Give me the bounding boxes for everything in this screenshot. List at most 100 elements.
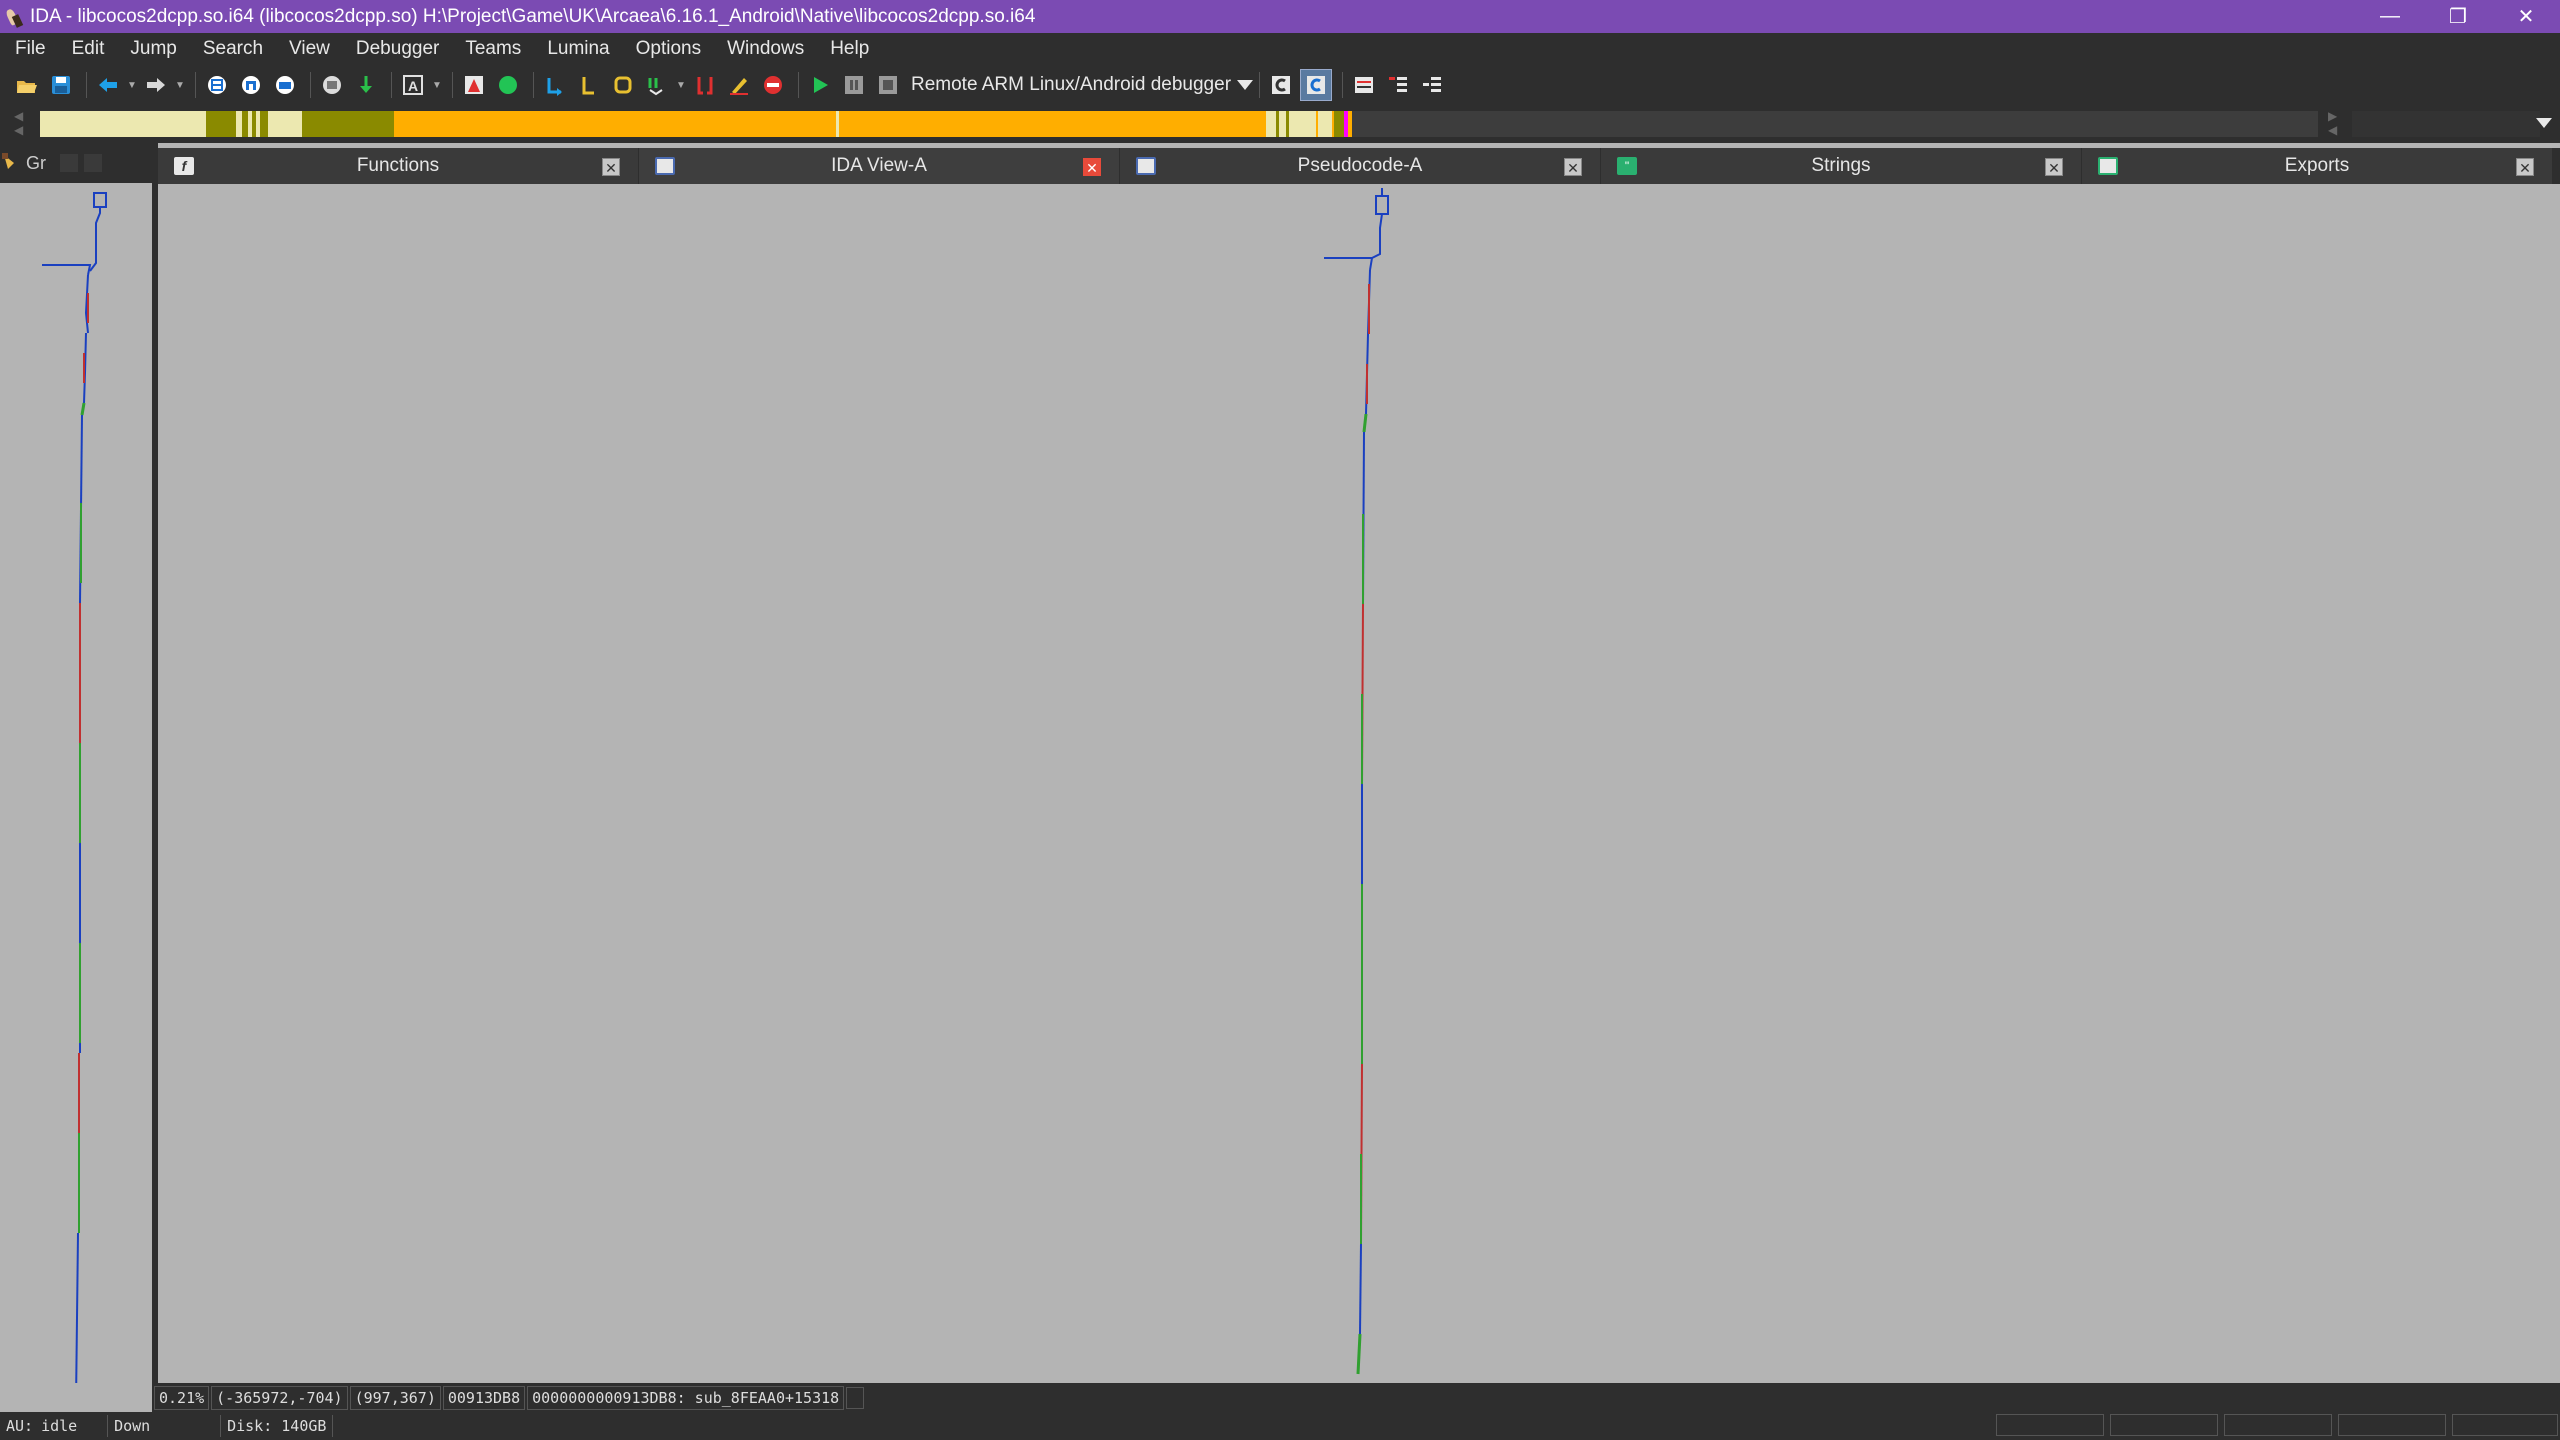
title-bar: IDA - libcocos2dcpp.so.i64 (libcocos2dcp… <box>0 0 2560 33</box>
tab-bar: f Functions ✕ IDA View-A ✕ Pseudocode-A … <box>158 148 2560 184</box>
tab-label: IDA View-A <box>831 155 927 176</box>
function-graph[interactable] <box>158 184 2560 1383</box>
ida-logo-icon <box>6 6 24 28</box>
close-icon[interactable]: ✕ <box>2516 158 2534 176</box>
data-icon[interactable] <box>574 70 604 100</box>
back-dropdown-icon[interactable]: ▼ <box>127 80 137 91</box>
status-empty-cell <box>1996 1414 2104 1436</box>
ida-view-icon <box>655 157 675 175</box>
graph-overview-title: Gr <box>26 152 46 173</box>
tab-functions[interactable]: f Functions ✕ <box>158 148 638 184</box>
current-location: 0000000000913DB8: sub_8FEAA0+15318 <box>527 1385 845 1410</box>
toolbar: ▼ ▼ A ▼ ▼ Remote ARM Linux/Android debug… <box>0 65 2560 105</box>
struct-icon[interactable] <box>317 70 347 100</box>
menu-jump[interactable]: Jump <box>115 38 187 60</box>
connect-icon[interactable] <box>1266 70 1296 100</box>
exports-icon <box>2098 157 2118 175</box>
breakpoint-icon[interactable] <box>690 70 720 100</box>
toolbar-separator <box>1259 72 1261 98</box>
menu-edit[interactable]: Edit <box>57 38 116 60</box>
minimize-button[interactable]: — <box>2356 0 2424 33</box>
tab-label: Strings <box>1811 155 1871 176</box>
indent-icon[interactable] <box>1383 70 1413 100</box>
tab-pseudocode-a[interactable]: Pseudocode-A ✕ <box>1120 148 1600 184</box>
menu-debugger[interactable]: Debugger <box>341 38 450 60</box>
back-icon[interactable] <box>93 70 123 100</box>
stop-icon[interactable] <box>758 70 788 100</box>
nav-segment-library <box>256 111 260 137</box>
play-icon[interactable] <box>805 70 835 100</box>
nav-segment-select[interactable] <box>2352 111 2540 137</box>
forward-icon[interactable] <box>141 70 171 100</box>
tab-ida-view-a[interactable]: IDA View-A ✕ <box>639 148 1119 184</box>
graph-view-canvas[interactable] <box>158 184 2560 1383</box>
menu-windows[interactable]: Windows <box>712 38 815 60</box>
nav-segment-library <box>1318 111 1332 137</box>
save-icon[interactable] <box>46 70 76 100</box>
close-icon[interactable]: ✕ <box>1564 158 1582 176</box>
undefine-icon[interactable] <box>642 70 672 100</box>
toolbar-separator <box>195 72 196 98</box>
menu-options[interactable]: Options <box>621 38 712 60</box>
nav-scroll-left-icon[interactable]: ◀ ◀ <box>14 109 23 137</box>
pane-close-button[interactable] <box>84 154 102 172</box>
nav-segment-library <box>836 111 839 137</box>
outdent-icon[interactable] <box>1417 70 1447 100</box>
status-empty-cell <box>2338 1414 2446 1436</box>
list-icon[interactable] <box>1349 70 1379 100</box>
pause-icon[interactable] <box>839 70 869 100</box>
graph-icon[interactable] <box>202 70 232 100</box>
nav-segment-empty <box>1352 111 2318 137</box>
binary-icon[interactable] <box>236 70 266 100</box>
close-icon[interactable]: ✕ <box>2045 158 2063 176</box>
search-direction: Down <box>108 1415 222 1437</box>
menu-help[interactable]: Help <box>815 38 880 60</box>
autoanalysis-label: AU: <box>0 1415 35 1437</box>
jump-icon[interactable] <box>351 70 381 100</box>
tab-strings[interactable]: " Strings ✕ <box>1601 148 2081 184</box>
hex-icon[interactable] <box>270 70 300 100</box>
mark-icon[interactable] <box>459 70 489 100</box>
code-icon[interactable] <box>608 70 638 100</box>
toolbar-separator <box>533 72 534 98</box>
forward-dropdown-icon[interactable]: ▼ <box>175 80 185 91</box>
nav-segment-library <box>1266 111 1316 137</box>
pane-float-button[interactable] <box>60 154 78 172</box>
toolbar-separator <box>310 72 311 98</box>
nav-segment-library <box>248 111 252 137</box>
nav-segment-library <box>268 111 302 137</box>
status-empty-cell <box>2452 1414 2558 1436</box>
menu-file[interactable]: File <box>0 38 57 60</box>
chevron-down-icon[interactable] <box>2536 118 2552 128</box>
call-icon[interactable] <box>540 70 570 100</box>
nav-scroll-right-icon[interactable]: ▶ ◀ <box>2328 109 2337 137</box>
status-empty-cell <box>2110 1414 2218 1436</box>
debugger-select[interactable]: Remote ARM Linux/Android debugger <box>911 70 1254 100</box>
menu-view[interactable]: View <box>274 38 341 60</box>
menu-teams[interactable]: Teams <box>450 38 532 60</box>
close-icon[interactable]: ✕ <box>602 158 620 176</box>
attach-icon[interactable] <box>1300 69 1333 101</box>
edit-icon[interactable] <box>724 70 754 100</box>
graph-status-bar: 0.21% (-365972,-704) (997,367) 00913DB8 … <box>152 1383 2560 1412</box>
text-icon[interactable]: A <box>398 70 428 100</box>
menu-search[interactable]: Search <box>188 38 274 60</box>
terminate-icon[interactable] <box>873 70 903 100</box>
toolbar-separator <box>452 72 453 98</box>
graph-coordinates: (-365972,-704) <box>211 1385 348 1410</box>
navigation-strip[interactable] <box>40 111 2318 137</box>
close-icon[interactable]: ✕ <box>1083 158 1101 176</box>
zoom-level: 0.21% <box>154 1385 210 1410</box>
graph-overview-icon <box>0 151 20 176</box>
restore-button[interactable]: ❐ <box>2424 0 2492 33</box>
text-dropdown-icon[interactable]: ▼ <box>432 80 442 91</box>
open-icon[interactable] <box>12 70 42 100</box>
tab-exports[interactable]: Exports ✕ <box>2082 148 2552 184</box>
toolbar-separator <box>1342 72 1344 98</box>
undefine-dropdown-icon[interactable]: ▼ <box>676 80 686 91</box>
chevron-down-icon <box>1237 80 1254 90</box>
menu-lumina[interactable]: Lumina <box>532 38 620 60</box>
color-icon[interactable] <box>493 70 523 100</box>
graph-overview-minimap[interactable] <box>0 183 152 1383</box>
close-button[interactable]: ✕ <box>2492 0 2560 33</box>
